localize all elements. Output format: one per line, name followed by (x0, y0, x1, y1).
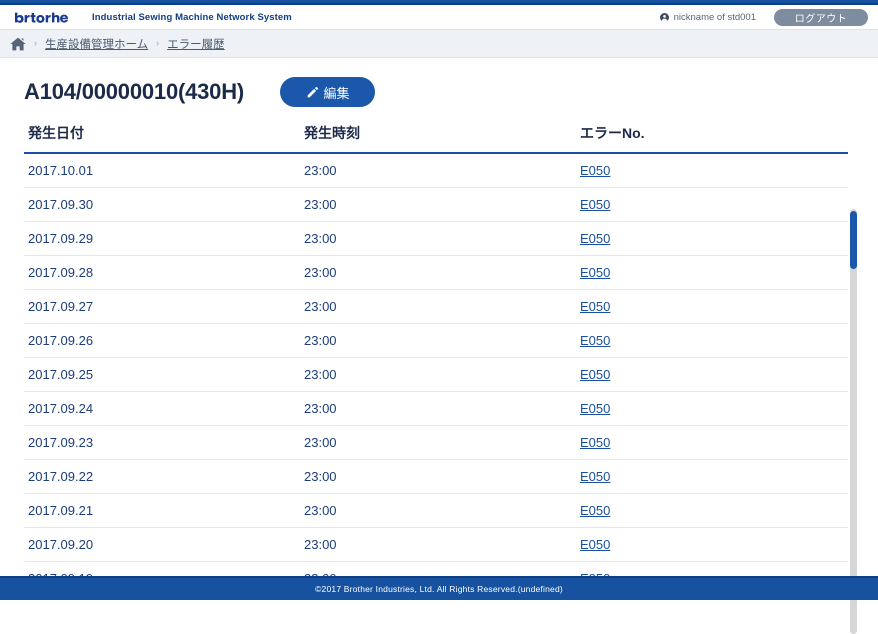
table-row: 2017.09.2023:00E050 (24, 528, 848, 562)
edit-button-label: 編集 (324, 83, 350, 102)
cell-time: 23:00 (304, 358, 580, 392)
cell-time: 23:00 (304, 256, 580, 290)
table-row: 2017.09.2223:00E050 (24, 460, 848, 494)
cell-error-no: E050 (580, 222, 848, 256)
breadcrumb-separator-1: › (34, 39, 37, 48)
error-no-link[interactable]: E050 (580, 503, 610, 518)
column-header-error-no: エラーNo. (580, 123, 848, 153)
cell-date: 2017.09.22 (24, 460, 304, 494)
edit-button[interactable]: 編集 (280, 77, 375, 107)
column-header-time: 発生時刻 (304, 123, 580, 153)
error-no-link[interactable]: E050 (580, 197, 610, 212)
table-row: 2017.09.2823:00E050 (24, 256, 848, 290)
table-row: 2017.09.2723:00E050 (24, 290, 848, 324)
table-row: 2017.09.2423:00E050 (24, 392, 848, 426)
table-row: 2017.09.3023:00E050 (24, 188, 848, 222)
table-header-row: 発生日付 発生時刻 エラーNo. (24, 123, 848, 153)
title-row: A104/00000010(430H) 編集 (0, 59, 878, 107)
error-no-link[interactable]: E050 (580, 231, 610, 246)
cell-time: 23:00 (304, 290, 580, 324)
cell-error-no: E050 (580, 392, 848, 426)
table-row: 2017.09.2323:00E050 (24, 426, 848, 460)
cell-time: 23:00 (304, 460, 580, 494)
page-title: A104/00000010(430H) (24, 79, 244, 105)
cell-error-no: E050 (580, 290, 848, 324)
logout-button[interactable]: ログアウト (774, 9, 868, 26)
vertical-scrollbar[interactable] (850, 209, 857, 634)
error-history-table: 発生日付 発生時刻 エラーNo. 2017.10.0123:00E0502017… (24, 123, 848, 596)
cell-error-no: E050 (580, 256, 848, 290)
cell-error-no: E050 (580, 153, 848, 188)
error-no-link[interactable]: E050 (580, 469, 610, 484)
cell-time: 23:00 (304, 528, 580, 562)
cell-time: 23:00 (304, 426, 580, 460)
table-row: 2017.09.2923:00E050 (24, 222, 848, 256)
cell-date: 2017.09.28 (24, 256, 304, 290)
breadcrumb-item-error-history[interactable]: エラー履歴 (167, 36, 225, 52)
app-window: Industrial Sewing Machine Network System… (0, 0, 878, 600)
error-no-link[interactable]: E050 (580, 333, 610, 348)
cell-date: 2017.09.26 (24, 324, 304, 358)
error-no-link[interactable]: E050 (580, 401, 610, 416)
cell-time: 23:00 (304, 153, 580, 188)
table-body: 2017.10.0123:00E0502017.09.3023:00E05020… (24, 153, 848, 596)
header-user-area: nickname of std001 ログアウト (660, 9, 868, 26)
cell-error-no: E050 (580, 460, 848, 494)
cell-date: 2017.09.23 (24, 426, 304, 460)
cell-date: 2017.09.29 (24, 222, 304, 256)
cell-error-no: E050 (580, 188, 848, 222)
cell-time: 23:00 (304, 188, 580, 222)
cell-error-no: E050 (580, 324, 848, 358)
cell-date: 2017.09.21 (24, 494, 304, 528)
error-no-link[interactable]: E050 (580, 435, 610, 450)
error-history-table-wrap: 発生日付 発生時刻 エラーNo. 2017.10.0123:00E0502017… (0, 123, 878, 596)
cell-date: 2017.10.01 (24, 153, 304, 188)
user-nickname: nickname of std001 (674, 12, 756, 23)
cell-date: 2017.09.25 (24, 358, 304, 392)
cell-date: 2017.09.20 (24, 528, 304, 562)
cell-date: 2017.09.27 (24, 290, 304, 324)
cell-time: 23:00 (304, 324, 580, 358)
table-row: 2017.10.0123:00E050 (24, 153, 848, 188)
scrollbar-thumb[interactable] (850, 211, 857, 269)
cell-error-no: E050 (580, 426, 848, 460)
user-circle-icon (660, 13, 669, 22)
error-no-link[interactable]: E050 (580, 265, 610, 280)
app-footer: ©2017 Brother Industries, Ltd. All Right… (0, 576, 878, 600)
cell-time: 23:00 (304, 222, 580, 256)
main-content: A104/00000010(430H) 編集 発生日付 発生時刻 エラーNo. (0, 59, 878, 576)
error-no-link[interactable]: E050 (580, 537, 610, 552)
cell-error-no: E050 (580, 358, 848, 392)
cell-date: 2017.09.24 (24, 392, 304, 426)
table-row: 2017.09.2123:00E050 (24, 494, 848, 528)
breadcrumb-item-home[interactable]: 生産設備管理ホーム (45, 36, 148, 52)
error-no-link[interactable]: E050 (580, 367, 610, 382)
column-header-date: 発生日付 (24, 123, 304, 153)
table-row: 2017.09.2623:00E050 (24, 324, 848, 358)
cell-time: 23:00 (304, 392, 580, 426)
cell-error-no: E050 (580, 494, 848, 528)
copyright-text: ©2017 Brother Industries, Ltd. All Right… (315, 584, 563, 594)
breadcrumb: › 生産設備管理ホーム › エラー履歴 (0, 30, 878, 58)
breadcrumb-separator-2: › (156, 39, 159, 48)
table-head: 発生日付 発生時刻 エラーNo. (24, 123, 848, 153)
pencil-icon (306, 86, 319, 99)
error-no-link[interactable]: E050 (580, 299, 610, 314)
cell-error-no: E050 (580, 528, 848, 562)
table-row: 2017.09.2523:00E050 (24, 358, 848, 392)
home-icon[interactable] (10, 37, 26, 51)
brother-logo (14, 10, 72, 25)
cell-time: 23:00 (304, 494, 580, 528)
app-title: Industrial Sewing Machine Network System (92, 12, 292, 23)
error-no-link[interactable]: E050 (580, 163, 610, 178)
cell-date: 2017.09.30 (24, 188, 304, 222)
app-header: Industrial Sewing Machine Network System… (0, 5, 878, 30)
